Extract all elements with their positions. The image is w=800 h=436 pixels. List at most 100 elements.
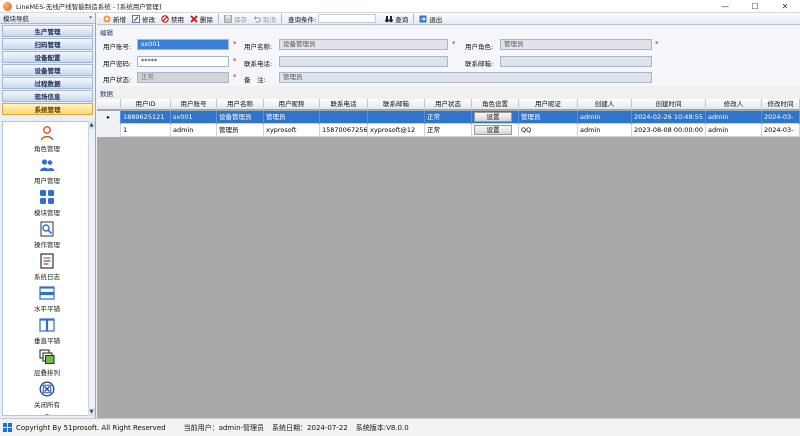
minimize-button[interactable]: — — [710, 0, 740, 13]
cell-creator: admin — [578, 111, 632, 124]
password-field[interactable]: ***** — [137, 56, 229, 67]
remark-field[interactable]: 管理员 — [279, 72, 652, 83]
col-header-email[interactable]: 联系邮箱 — [368, 99, 425, 110]
module-system[interactable]: 系统管理 — [2, 103, 93, 115]
user-name-field[interactable]: 设备管理员 — [279, 39, 448, 50]
func-cascade[interactable]: 层叠排列 — [3, 346, 91, 378]
scroll-down-icon[interactable]: ▼ — [88, 408, 95, 416]
func-tile-vertical[interactable]: 垂直平铺 — [3, 314, 91, 346]
col-header-user-cert[interactable]: 用户昵证 — [519, 99, 578, 110]
function-list-scrollbar[interactable]: ▲ ▼ — [88, 121, 95, 416]
col-header-creator[interactable]: 创建人 — [578, 99, 632, 110]
table-row[interactable]: 1 admin 管理员 xyprosoft 15870067256 xypros… — [97, 124, 800, 137]
disable-button[interactable]: 禁用 — [158, 13, 187, 24]
scroll-up-icon[interactable]: ▲ — [88, 121, 95, 129]
new-icon — [103, 15, 111, 23]
grid-section-title: 数据 — [100, 90, 113, 98]
password-label: 用户密码: — [103, 60, 132, 68]
cell-email: xyprosoft@12 — [368, 124, 425, 137]
col-header-status[interactable]: 用户状态 — [425, 99, 472, 110]
cascade-icon — [39, 349, 55, 365]
status-select[interactable]: 正常 — [137, 72, 229, 83]
module-site-info[interactable]: 现场信息 — [2, 90, 93, 102]
func-module-manage[interactable]: 模块管理 — [3, 186, 91, 218]
func-user-manage[interactable]: 用户管理 — [3, 154, 91, 186]
edit-section-title: 编辑 — [100, 29, 113, 37]
col-header-nickname[interactable]: 用户昵称 — [264, 99, 320, 110]
col-header-user-name[interactable]: 用户名称 — [217, 99, 264, 110]
required-mark: * — [233, 40, 237, 48]
col-header-create-time[interactable]: 创建时间 — [632, 99, 706, 110]
func-role-manage[interactable]: 角色管理 — [3, 122, 91, 154]
user-no-field[interactable]: sx001 — [137, 39, 229, 50]
func-label: 操作管理 — [34, 241, 60, 249]
col-header-modifier[interactable]: 修改人 — [706, 99, 762, 110]
maximize-button[interactable]: ☐ — [740, 0, 770, 13]
edit-button[interactable]: 修改 — [129, 13, 158, 24]
module-production[interactable]: 生产管理 — [2, 25, 93, 37]
save-button[interactable]: 保存 — [221, 13, 250, 24]
cell-modifier: admin — [706, 124, 762, 137]
func-close-all[interactable]: 关闭所有 — [3, 378, 91, 410]
log-icon — [39, 253, 55, 269]
module-device-manage[interactable]: 设备管理 — [2, 64, 93, 76]
required-mark: * — [452, 40, 456, 48]
close-button[interactable]: ✕ — [770, 0, 800, 13]
col-header-modify-time[interactable]: 修改时间 — [762, 99, 800, 110]
query-label: 查询 — [395, 15, 409, 24]
disable-label: 禁用 — [171, 15, 184, 24]
func-label: 垂直平铺 — [34, 337, 60, 345]
status-bar: Copyright By 51prosoft. All Right Reserv… — [0, 418, 800, 436]
role-select[interactable]: 管理员 — [500, 39, 652, 50]
pin-icon[interactable]: ᵠ — [89, 14, 92, 22]
func-label: 用户管理 — [34, 177, 60, 185]
func-lock[interactable]: 锁定 — [3, 410, 91, 415]
func-label: 系统日志 — [34, 273, 60, 281]
current-user-text: 当前用户：admin-管理员 — [183, 423, 265, 432]
cell-email — [368, 111, 425, 124]
col-header-user-id[interactable]: 用户ID — [121, 99, 171, 110]
col-header-role-setting[interactable]: 角色设置 — [472, 99, 519, 110]
cell-role-setting: 设置 — [472, 111, 519, 124]
cell-user-no: sx001 — [171, 111, 217, 124]
func-tile-horizontal[interactable]: 水平平铺 — [3, 282, 91, 314]
phone-field[interactable] — [279, 56, 448, 67]
cell-user-name: 设备管理员 — [217, 111, 264, 124]
cell-modifier: admin — [706, 111, 762, 124]
operation-icon — [39, 221, 55, 237]
new-button[interactable]: 新增 — [100, 13, 129, 24]
module-process-data[interactable]: 过程数据 — [2, 77, 93, 89]
status-label: 用户状态: — [103, 76, 132, 84]
cell-creator: admin — [578, 124, 632, 137]
required-mark: * — [233, 73, 237, 81]
edit-panel: 编辑 用户账号: sx001 * 用户名称: 设备管理员 * 用户角色: 管理员… — [97, 26, 800, 86]
nav-header-title: 模块导航 — [3, 15, 29, 23]
cell-modify-time: 2024-03- — [762, 124, 800, 137]
title-bar: LineMES-无线产线智能制造系统 - [系统用户管理] — ☐ ✕ — [0, 0, 800, 13]
copyright-text: Copyright By 51prosoft. All Right Reserv… — [16, 423, 166, 432]
col-header-phone[interactable]: 联系电话 — [320, 99, 368, 110]
delete-button[interactable]: 删除 — [187, 13, 216, 24]
cell-user-cert: 管理员 — [519, 111, 578, 124]
exit-button[interactable]: 退出 — [416, 13, 445, 24]
delete-label: 删除 — [200, 15, 213, 24]
app-logo-icon — [3, 1, 12, 11]
cancel-button[interactable]: 取消 — [250, 13, 279, 24]
table-row[interactable]: ▸ 1889625121 sx001 设备管理员 管理员 正常 设置 管理员 a… — [97, 111, 800, 124]
search-input[interactable] — [318, 14, 377, 23]
lock-icon — [39, 413, 55, 415]
required-mark: * — [233, 57, 237, 65]
role-setting-button[interactable]: 设置 — [474, 112, 512, 122]
module-scan[interactable]: 扫码管理 — [2, 38, 93, 50]
email-field[interactable] — [500, 56, 652, 67]
cell-phone: 15870067256 — [320, 124, 368, 137]
func-label: 层叠排列 — [34, 369, 60, 377]
col-header-user-no[interactable]: 用户账号 — [171, 99, 217, 110]
func-system-log[interactable]: 系统日志 — [3, 250, 91, 282]
query-button[interactable]: 查询 — [382, 13, 411, 24]
role-setting-button[interactable]: 设置 — [474, 125, 512, 135]
func-operation-manage[interactable]: 操作管理 — [3, 218, 91, 250]
exit-icon — [419, 15, 427, 23]
user-icon — [39, 157, 55, 173]
module-device-config[interactable]: 设备配置 — [2, 51, 93, 63]
